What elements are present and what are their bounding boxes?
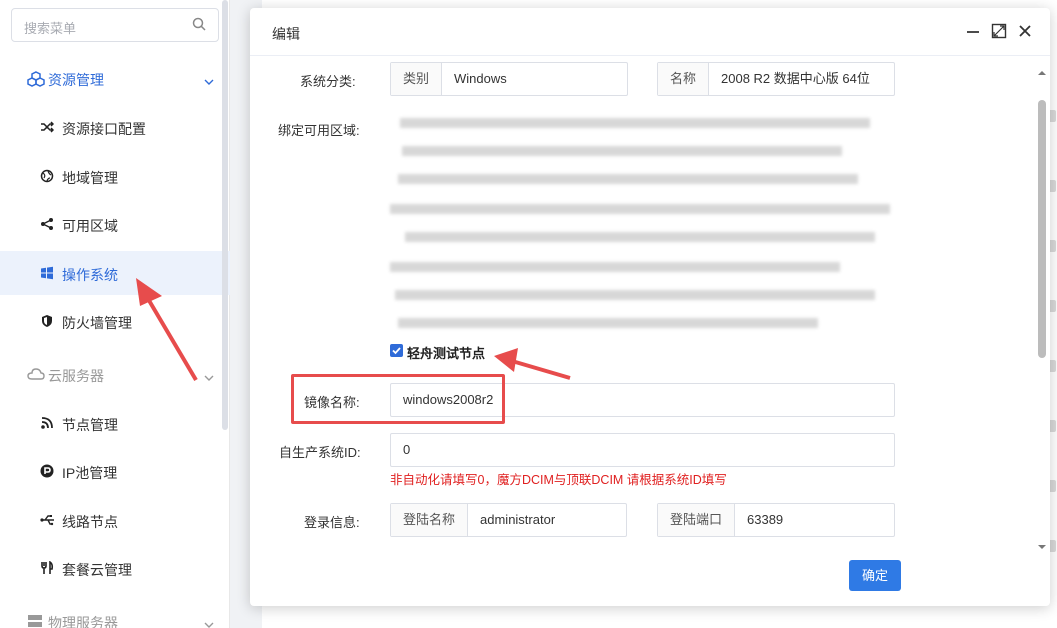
sidebar-item-label: IP池管理 (62, 465, 118, 481)
sidebar-item-label: 节点管理 (62, 417, 118, 433)
chevron-down-icon (204, 369, 214, 384)
search-placeholder: 搜索菜单 (24, 21, 77, 36)
sidebar-item-label: 线路节点 (62, 514, 118, 530)
shuffle-icon (40, 120, 55, 134)
sidebar-item-os[interactable]: 操作系统 (0, 251, 230, 295)
dialog-title: 编辑 (272, 26, 300, 42)
usb-icon (40, 513, 54, 527)
sidebar: 搜索菜单 资源管理 资源接口配置 地域管理 可用区域 操作系统 防火墙管理 云服… (0, 0, 230, 628)
checkbox-label: 轻舟测试节点 (407, 346, 486, 361)
sidebar-item-label: 操作系统 (62, 267, 118, 283)
rss-icon (40, 416, 54, 430)
login-info-label: 登录信息: (304, 515, 360, 530)
sidebar-item-resource-api[interactable]: 资源接口配置 (0, 105, 230, 149)
login-name-prepend: 登陆名称 (391, 504, 469, 536)
minimize-icon[interactable] (964, 22, 982, 40)
self-os-id-input[interactable]: 0 (390, 433, 895, 467)
cloud-icon (27, 367, 45, 383)
sidebar-item-zone[interactable]: 可用区域 (0, 202, 230, 246)
login-name-field[interactable]: 登陆名称 administrator (390, 503, 627, 537)
login-port-value: 63389 (747, 512, 784, 527)
chevron-down-icon (204, 616, 214, 628)
category-value: Windows (454, 71, 507, 86)
close-icon[interactable] (1016, 22, 1034, 40)
sidebar-item-label: 可用区域 (62, 218, 118, 234)
login-port-field[interactable]: 登陆端口 63389 (657, 503, 895, 537)
menu-group-label: 物理服务器 (48, 615, 118, 628)
menu-group-resource[interactable]: 资源管理 (0, 57, 230, 101)
menu-group-physical[interactable]: 物理服务器 (0, 600, 230, 628)
category-prepend: 类别 (391, 63, 443, 95)
sidebar-item-label: 地域管理 (62, 170, 118, 186)
sidebar-item-node[interactable]: 节点管理 (0, 401, 230, 445)
name-value: 2008 R2 数据中心版 64位 (721, 71, 870, 86)
sidebar-item-line-node[interactable]: 线路节点 (0, 498, 230, 542)
confirm-button[interactable]: 确定 (849, 560, 901, 591)
bind-zone-label: 绑定可用区域: (278, 123, 360, 138)
scroll-thumb[interactable] (1038, 100, 1046, 358)
os-name-field[interactable]: 名称 2008 R2 数据中心版 64位 (657, 62, 895, 96)
sidebar-item-label: 套餐云管理 (62, 562, 132, 578)
annotation-highlight-box (291, 374, 505, 424)
blurred-zone-list (380, 110, 900, 336)
share-icon (40, 217, 54, 231)
sidebar-item-label: 防火墙管理 (62, 315, 132, 331)
menu-group-cloud[interactable]: 云服务器 (0, 353, 230, 397)
maximize-icon[interactable] (990, 22, 1008, 40)
search-icon[interactable] (192, 17, 206, 34)
utensils-icon (40, 560, 54, 575)
sidebar-item-ippool[interactable]: IP池管理 (0, 449, 230, 493)
category-field[interactable]: 类别 Windows (390, 62, 628, 96)
checkbox-checked-icon[interactable] (390, 344, 403, 357)
dialog-header: 编辑 (250, 8, 1050, 56)
shield-icon (40, 314, 54, 328)
search-input[interactable]: 搜索菜单 (11, 8, 219, 42)
system-category-label: 系统分类: (300, 74, 356, 89)
sidebar-item-label: 资源接口配置 (62, 121, 146, 137)
sidebar-item-package[interactable]: 套餐云管理 (0, 546, 230, 590)
login-name-value: administrator (480, 512, 556, 527)
sidebar-item-firewall[interactable]: 防火墙管理 (0, 299, 230, 343)
dialog-scrollbar[interactable] (1037, 60, 1047, 550)
chevron-down-icon (204, 73, 214, 88)
scroll-down-icon[interactable] (1037, 538, 1047, 553)
menu-group-label: 云服务器 (48, 368, 104, 384)
os-id-hint: 非自动化请填写0，魔方DCIM与顶联DCIM 请根据系统ID填写 (390, 473, 727, 487)
sidebar-item-region[interactable]: 地域管理 (0, 154, 230, 198)
login-port-prepend: 登陆端口 (658, 504, 736, 536)
server-icon (27, 614, 43, 628)
menu-group-label: 资源管理 (48, 72, 104, 88)
cubes-icon (27, 71, 45, 87)
windows-icon (40, 266, 54, 280)
parking-icon (40, 464, 54, 478)
name-prepend: 名称 (658, 63, 710, 95)
globe-icon (40, 169, 54, 183)
sidebar-scrollbar[interactable] (222, 0, 228, 430)
self-os-id-label: 自生产系统ID: (279, 445, 361, 460)
scroll-up-icon[interactable] (1037, 64, 1047, 79)
